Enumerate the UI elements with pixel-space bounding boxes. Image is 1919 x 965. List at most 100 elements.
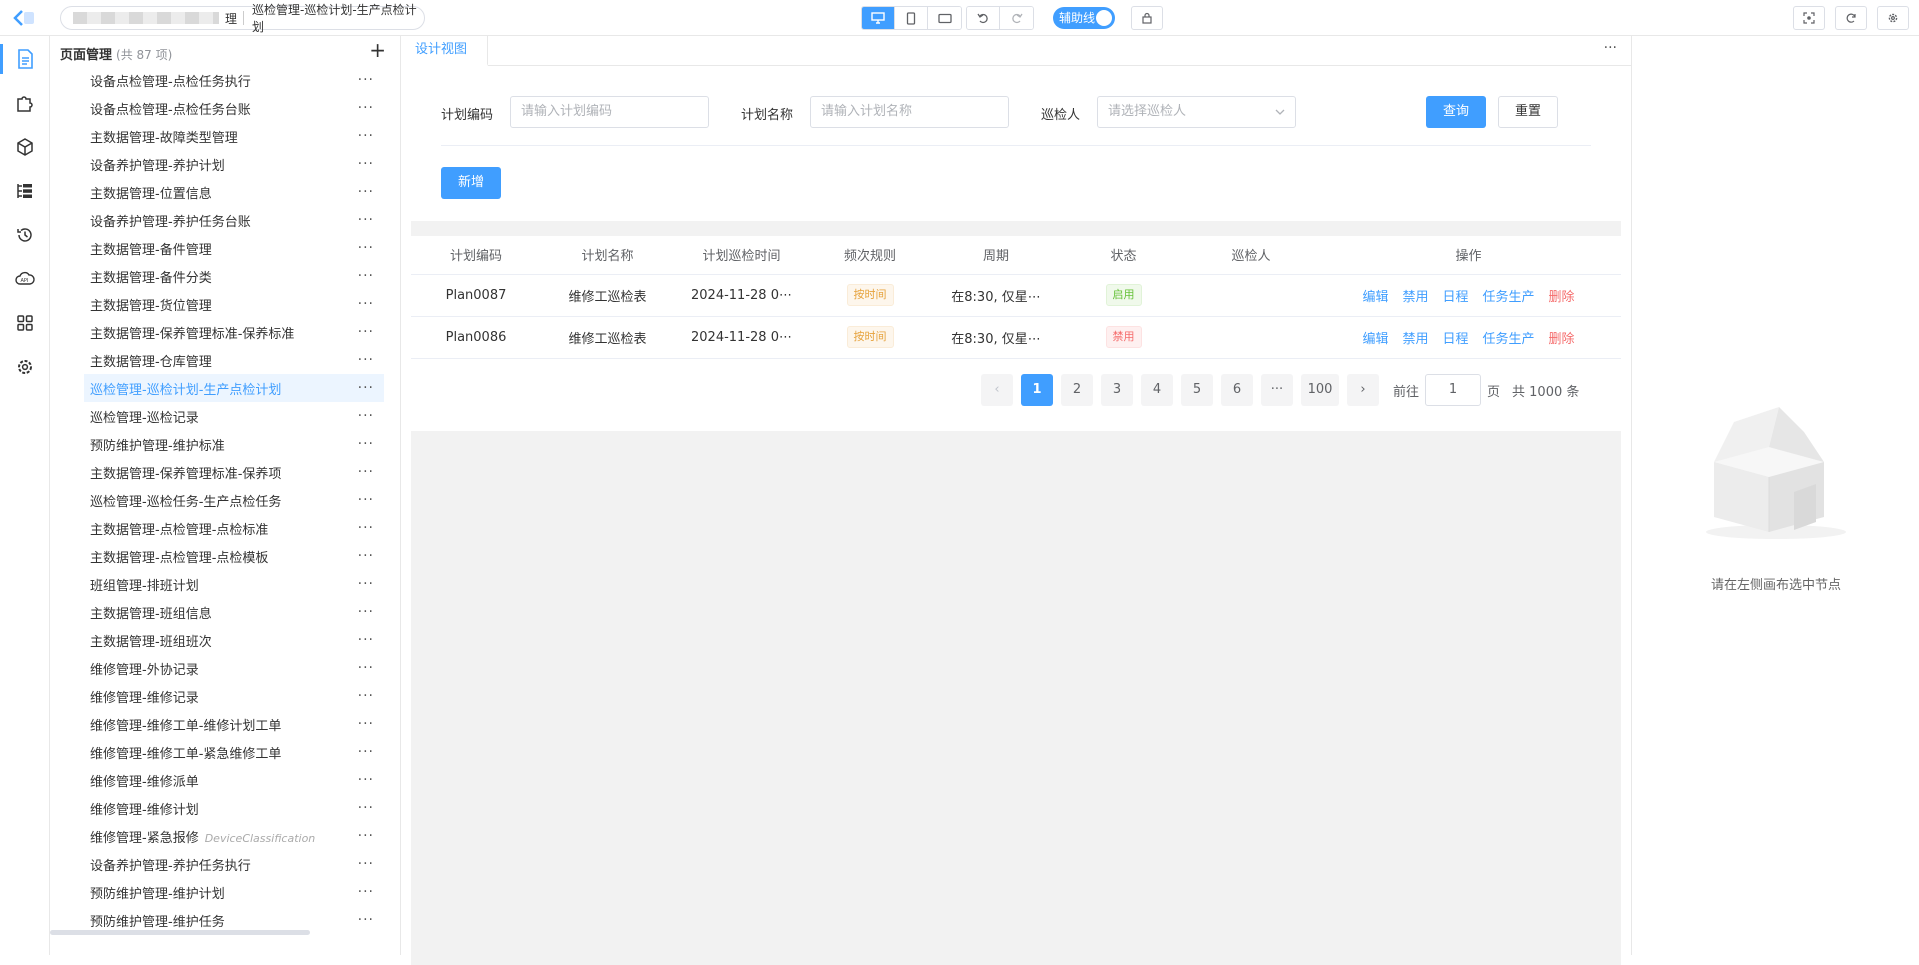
page-list-item[interactable]: 巡检管理-巡检任务-生产点检任务 ··· (84, 486, 384, 514)
guideline-toggle[interactable]: 辅助线 (1053, 7, 1115, 29)
desktop-view-button[interactable] (862, 7, 895, 29)
edit-link[interactable]: 编辑 (1362, 290, 1388, 305)
more-icon[interactable]: ··· (358, 800, 374, 816)
page-number-button[interactable]: 3 (1101, 374, 1133, 406)
tab-design-view[interactable]: 设计视图 (401, 36, 488, 66)
undo-button[interactable] (967, 7, 1000, 29)
page-list-item[interactable]: 维修管理-维修计划 ··· (84, 794, 384, 822)
mobile-view-button[interactable] (895, 7, 928, 29)
more-icon[interactable]: ··· (358, 128, 374, 144)
page-list-item[interactable]: 维修管理-维修工单-维修计划工单 ··· (84, 710, 384, 738)
page-list-item[interactable]: 设备养护管理-养护任务执行 ··· (84, 850, 384, 878)
page-list-item[interactable]: 预防维护管理-维护标准 ··· (84, 430, 384, 458)
page-list-item[interactable]: 维修管理-维修工单-紧急维修工单 ··· (84, 738, 384, 766)
more-icon[interactable]: ··· (358, 632, 374, 648)
gear-icon[interactable] (12, 354, 38, 380)
more-icon[interactable]: ··· (358, 912, 374, 928)
query-button[interactable]: 查询 (1426, 96, 1486, 128)
more-icon[interactable]: ··· (358, 828, 374, 844)
page-list-item[interactable]: 主数据管理-位置信息 ··· (84, 178, 384, 206)
screenshot-button[interactable] (1793, 6, 1825, 30)
history-icon[interactable] (12, 222, 38, 248)
page-list-item[interactable]: 主数据管理-点检管理-点检标准 ··· (84, 514, 384, 542)
page-list-item[interactable]: 预防维护管理-维护计划 ··· (84, 878, 384, 906)
page-list-item[interactable]: 主数据管理-班组班次 ··· (84, 626, 384, 654)
more-icon[interactable]: ··· (358, 576, 374, 592)
generate-task-link[interactable]: 任务生产 (1483, 332, 1535, 347)
page-list-item[interactable]: 主数据管理-仓库管理 ··· (84, 346, 384, 374)
page-list-item[interactable]: 主数据管理-货位管理 ··· (84, 290, 384, 318)
reset-button[interactable]: 重置 (1498, 96, 1558, 128)
edit-link[interactable]: 编辑 (1362, 332, 1388, 347)
page-list-item[interactable]: 维修管理-维修记录 ··· (84, 682, 384, 710)
more-icon[interactable]: ··· (358, 716, 374, 732)
generate-task-link[interactable]: 任务生产 (1483, 290, 1535, 305)
prev-page-button[interactable]: ‹ (981, 374, 1013, 406)
page-list-item[interactable]: 主数据管理-班组信息 ··· (84, 598, 384, 626)
more-icon[interactable]: ··· (358, 604, 374, 620)
api-cloud-icon[interactable]: API (12, 266, 38, 292)
page-list-item[interactable]: 主数据管理-保养管理标准-保养标准 ··· (84, 318, 384, 346)
page-last[interactable]: 100 (1301, 374, 1339, 406)
lock-button[interactable] (1131, 6, 1163, 30)
plan-code-input[interactable]: 请输入计划编码 (510, 96, 709, 128)
outline-tree-icon[interactable] (12, 178, 38, 204)
goto-page-input[interactable]: 1 (1425, 374, 1482, 406)
page-list-item[interactable]: 主数据管理-保养管理标准-保养项 ··· (84, 458, 384, 486)
back-icon[interactable] (10, 8, 36, 28)
page-number-button[interactable]: 2 (1061, 374, 1093, 406)
page-list-item[interactable]: 维修管理-紧急报修 DeviceClassification ··· (84, 822, 384, 850)
more-pages-button[interactable]: ··· (1261, 374, 1293, 406)
page-list-item[interactable]: 主数据管理-点检管理-点检模板 ··· (84, 542, 384, 570)
more-icon[interactable]: ··· (358, 72, 374, 88)
more-icon[interactable]: ··· (358, 296, 374, 312)
redo-button[interactable] (1000, 7, 1033, 29)
more-icon[interactable]: ··· (358, 548, 374, 564)
apps-grid-icon[interactable] (12, 310, 38, 336)
more-icon[interactable]: ··· (358, 436, 374, 452)
more-icon[interactable]: ··· (358, 520, 374, 536)
page-list-item[interactable]: 设备点检管理-点检任务执行 ··· (84, 66, 384, 94)
more-icon[interactable]: ··· (358, 772, 374, 788)
delete-link[interactable]: 删除 (1549, 332, 1575, 347)
refresh-button[interactable] (1835, 6, 1867, 30)
page-list-item[interactable]: 主数据管理-故障类型管理 ··· (84, 122, 384, 150)
tablet-view-button[interactable] (928, 7, 961, 29)
next-page-button[interactable]: › (1347, 374, 1379, 406)
disable-link[interactable]: 禁用 (1402, 290, 1428, 305)
more-icon[interactable]: ··· (358, 100, 374, 116)
page-list-item[interactable]: 设备点检管理-点检任务台账 ··· (84, 94, 384, 122)
page-list-item[interactable]: 维修管理-维修派单 ··· (84, 766, 384, 794)
more-icon[interactable]: ··· (358, 352, 374, 368)
more-icon[interactable]: ··· (358, 324, 374, 340)
page-list-item[interactable]: 设备养护管理-养护任务台账 ··· (84, 206, 384, 234)
page-number-button[interactable]: 5 (1181, 374, 1213, 406)
more-icon[interactable]: ··· (358, 268, 374, 284)
page-list-item[interactable]: 主数据管理-备件分类 ··· (84, 262, 384, 290)
pages-icon[interactable] (12, 46, 38, 72)
page-selector[interactable]: 理 巡检管理-巡检计划-生产点检计划 (60, 3, 425, 34)
more-icon[interactable]: ··· (358, 492, 374, 508)
more-icon[interactable]: ··· (358, 744, 374, 760)
panel-horizontal-scrollbar[interactable] (50, 930, 310, 935)
more-icon[interactable]: ··· (358, 156, 374, 172)
disable-link[interactable]: 禁用 (1402, 332, 1428, 347)
more-icon[interactable]: ··· (358, 688, 374, 704)
page-list-item[interactable]: 巡检管理-巡检计划-生产点检计划 ··· (84, 374, 384, 402)
more-icon[interactable]: ··· (358, 184, 374, 200)
add-button[interactable]: 新增 (441, 167, 501, 199)
page-list-item[interactable]: 主数据管理-备件管理 ··· (84, 234, 384, 262)
schedule-link[interactable]: 日程 (1442, 290, 1468, 305)
component-cube-icon[interactable] (12, 134, 38, 160)
inspector-select[interactable]: 请选择巡检人 (1097, 96, 1296, 128)
more-icon[interactable]: ··· (358, 884, 374, 900)
schedule-link[interactable]: 日程 (1442, 332, 1468, 347)
more-icon[interactable]: ··· (358, 240, 374, 256)
settings-button[interactable] (1877, 6, 1909, 30)
plan-name-input[interactable]: 请输入计划名称 (810, 96, 1009, 128)
more-icon[interactable]: ··· (358, 212, 374, 228)
page-list-item[interactable]: 设备养护管理-养护计划 ··· (84, 150, 384, 178)
more-icon[interactable]: ··· (358, 856, 374, 872)
page-number-button[interactable]: 4 (1141, 374, 1173, 406)
more-icon[interactable]: ··· (358, 464, 374, 480)
